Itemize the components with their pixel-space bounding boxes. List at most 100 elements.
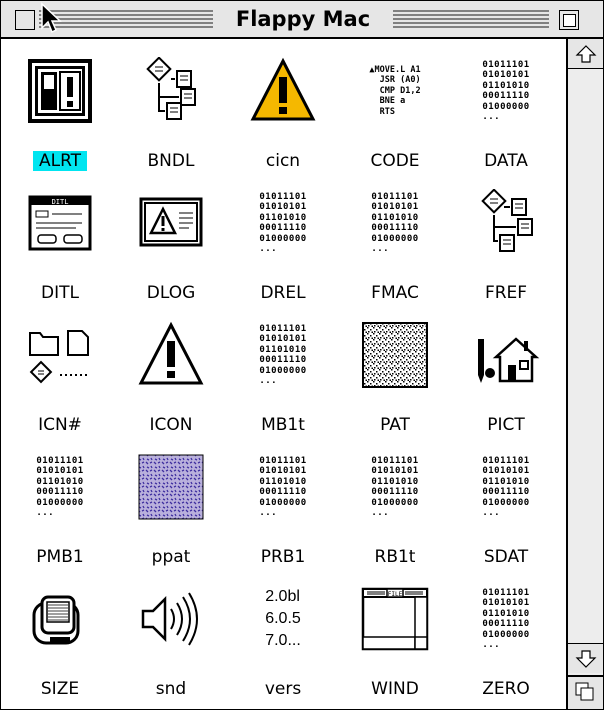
resource-item[interactable]: ICN# bbox=[5, 311, 115, 443]
binary-data-icon[interactable]: 01011101 01010101 01101010 00011110 0100… bbox=[26, 453, 94, 521]
resource-item[interactable]: 01011101 01010101 01101010 00011110 0100… bbox=[340, 179, 450, 311]
resource-item[interactable]: PAT bbox=[340, 311, 450, 443]
resource-item[interactable]: 2.0bl 6.0.5 7.0... vers bbox=[228, 575, 338, 707]
resource-label: cicn bbox=[228, 151, 338, 171]
grow-box[interactable] bbox=[566, 675, 603, 709]
resource-label: SIZE bbox=[5, 679, 115, 699]
binary-data-icon[interactable]: 01011101 01010101 01101010 00011110 0100… bbox=[249, 189, 317, 257]
color-pattern-icon[interactable] bbox=[137, 453, 205, 521]
resource-item[interactable]: 01011101 01010101 01101010 00011110 0100… bbox=[451, 575, 561, 707]
resource-item[interactable]: 01011101 01010101 01101010 00011110 0100… bbox=[451, 47, 561, 179]
color-warning-icon[interactable] bbox=[249, 57, 317, 125]
scroll-up-button[interactable] bbox=[568, 39, 603, 69]
resource-label-text: MB1t bbox=[261, 415, 305, 435]
binary-data-icon[interactable]: 01011101 01010101 01101010 00011110 0100… bbox=[361, 189, 429, 257]
resource-label-text: ZERO bbox=[482, 679, 530, 699]
window-icon[interactable]: FILE bbox=[361, 585, 429, 653]
resource-label-text: FREF bbox=[484, 283, 528, 303]
resource-item[interactable]: 01011101 01010101 01101010 00011110 0100… bbox=[340, 443, 450, 575]
alert-dialog-icon[interactable] bbox=[26, 57, 94, 125]
resource-label: PICT bbox=[451, 415, 561, 435]
resource-item[interactable]: 01011101 01010101 01101010 00011110 0100… bbox=[228, 443, 338, 575]
vertical-scrollbar[interactable] bbox=[566, 39, 603, 709]
pattern-icon[interactable] bbox=[361, 321, 429, 389]
icon-list-icon[interactable] bbox=[26, 321, 94, 389]
resource-label: WIND bbox=[340, 679, 450, 699]
svg-text:DITL: DITL bbox=[52, 198, 69, 206]
resource-item[interactable]: DLOG bbox=[116, 179, 226, 311]
resource-item[interactable]: DITL DITL bbox=[5, 179, 115, 311]
resource-item[interactable]: PICT bbox=[451, 311, 561, 443]
resource-label-text: PMB1 bbox=[36, 547, 84, 567]
resource-label: DLOG bbox=[116, 283, 226, 303]
resource-item[interactable]: BNDL bbox=[116, 47, 226, 179]
resource-label-text: BNDL bbox=[147, 151, 195, 171]
resource-label: FREF bbox=[451, 283, 561, 303]
resource-item[interactable]: ppat bbox=[116, 443, 226, 575]
speaker-icon[interactable] bbox=[137, 585, 205, 653]
resource-label: MB1t bbox=[228, 415, 338, 435]
version-icon[interactable]: 2.0bl 6.0.5 7.0... bbox=[249, 585, 317, 653]
resource-label: vers bbox=[228, 679, 338, 699]
scroll-down-button[interactable] bbox=[568, 643, 603, 673]
down-arrow-icon bbox=[575, 649, 596, 668]
picture-icon[interactable] bbox=[472, 321, 540, 389]
resource-item[interactable]: FREF bbox=[451, 179, 561, 311]
mac-size-icon[interactable] bbox=[26, 585, 94, 653]
file-reference-icon[interactable] bbox=[472, 189, 540, 257]
resource-label-text: snd bbox=[155, 679, 187, 699]
resource-label-text: DATA bbox=[484, 151, 528, 171]
resource-label: PAT bbox=[340, 415, 450, 435]
resource-item[interactable]: cicn bbox=[228, 47, 338, 179]
resource-label-text: ICN# bbox=[38, 415, 82, 435]
binary-data-icon[interactable]: 01011101 01010101 01101010 00011110 0100… bbox=[249, 321, 317, 389]
resource-label: RB1t bbox=[340, 547, 450, 567]
resource-item[interactable]: SIZE bbox=[5, 575, 115, 707]
resource-item[interactable]: ALRT bbox=[5, 47, 115, 179]
finder-window: Flappy Mac ALRT BNDL cicn ▲MOVE.L A1 JSR (A… bbox=[0, 0, 604, 710]
dialog-items-icon[interactable]: DITL bbox=[26, 189, 94, 257]
window-title: Flappy Mac bbox=[213, 6, 393, 32]
dialog-window-icon[interactable] bbox=[137, 189, 205, 257]
resource-label-text: DREL bbox=[260, 283, 306, 303]
resource-label-text: SIZE bbox=[40, 679, 80, 699]
resource-item[interactable]: FILE WIND bbox=[340, 575, 450, 707]
resource-item[interactable]: 01011101 01010101 01101010 00011110 0100… bbox=[5, 443, 115, 575]
resource-label-text: vers bbox=[264, 679, 302, 699]
resource-label-text: DITL bbox=[41, 283, 79, 303]
warning-icon[interactable] bbox=[137, 321, 205, 389]
resource-item[interactable]: 01011101 01010101 01101010 00011110 0100… bbox=[451, 443, 561, 575]
binary-data-icon[interactable]: 01011101 01010101 01101010 00011110 0100… bbox=[472, 57, 540, 125]
resource-label-text: PICT bbox=[487, 415, 525, 435]
title-bar[interactable]: Flappy Mac bbox=[1, 1, 603, 39]
resource-label-text: SDAT bbox=[483, 547, 529, 567]
resource-label: DATA bbox=[451, 151, 561, 171]
resource-label: ICN# bbox=[5, 415, 115, 435]
resource-label-text: CODE bbox=[370, 151, 420, 171]
binary-data-icon[interactable]: 01011101 01010101 01101010 00011110 0100… bbox=[249, 453, 317, 521]
resource-label-text: ICON bbox=[149, 415, 193, 435]
resource-label: ALRT bbox=[5, 151, 115, 171]
resource-item[interactable]: 01011101 01010101 01101010 00011110 0100… bbox=[228, 311, 338, 443]
icon-grid: ALRT BNDL cicn ▲MOVE.L A1 JSR (A0) CMP D1,2… bbox=[1, 39, 566, 709]
bundle-icon[interactable] bbox=[137, 57, 205, 125]
mouse-pointer-icon bbox=[41, 2, 62, 34]
resource-label: DREL bbox=[228, 283, 338, 303]
binary-data-icon[interactable]: 01011101 01010101 01101010 00011110 0100… bbox=[472, 453, 540, 521]
code-icon[interactable]: ▲MOVE.L A1 JSR (A0) CMP D1,2 BNE a RTS bbox=[361, 57, 429, 125]
resource-item[interactable]: ▲MOVE.L A1 JSR (A0) CMP D1,2 BNE a RTS CO… bbox=[340, 47, 450, 179]
resource-item[interactable]: ICON bbox=[116, 311, 226, 443]
resource-label-text: DLOG bbox=[146, 283, 196, 303]
resource-item[interactable]: 01011101 01010101 01101010 00011110 0100… bbox=[228, 179, 338, 311]
resource-label-text: WIND bbox=[371, 679, 419, 699]
resource-label: SDAT bbox=[451, 547, 561, 567]
resource-item[interactable]: snd bbox=[116, 575, 226, 707]
zoom-box-button[interactable] bbox=[559, 10, 579, 30]
binary-data-icon[interactable]: 01011101 01010101 01101010 00011110 0100… bbox=[361, 453, 429, 521]
close-box-button[interactable] bbox=[15, 10, 35, 30]
resource-label-text: PAT bbox=[380, 415, 410, 435]
binary-data-icon[interactable]: 01011101 01010101 01101010 00011110 0100… bbox=[472, 585, 540, 653]
resource-label: ZERO bbox=[451, 679, 561, 699]
resource-label: FMAC bbox=[340, 283, 450, 303]
resource-label: ppat bbox=[116, 547, 226, 567]
